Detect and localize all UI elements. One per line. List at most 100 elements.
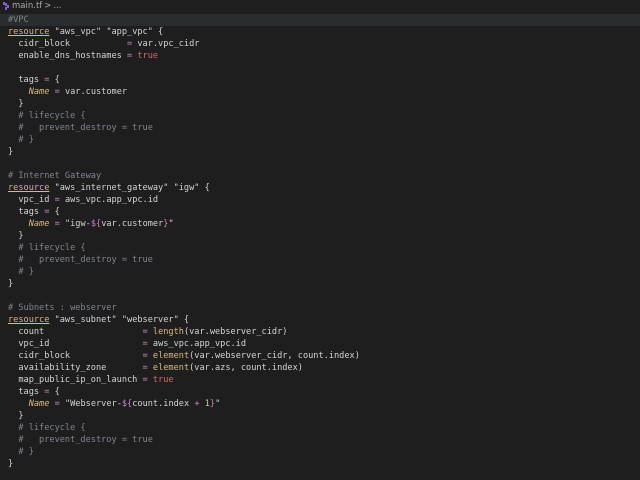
code-line[interactable]: # prevent_destroy = true [8,122,640,134]
code-token-cmt: # } [8,447,34,457]
code-token-cmt: # Subnets : webserver [8,303,117,313]
breadcrumb: main.tf > ... [0,0,640,13]
code-line[interactable]: resource "aws_internet_gateway" "igw" { [8,182,640,194]
code-token-interp: ${ [121,399,133,409]
code-token-plain: "Webserver- [59,399,122,409]
code-line[interactable]: # prevent_destroy = true [8,254,640,266]
breadcrumb-trail[interactable]: ... [53,0,61,13]
code-token-interp: ${ [90,219,102,229]
breadcrumb-separator: > [44,1,52,11]
code-line[interactable]: ​ [8,62,640,74]
code-line[interactable]: } [8,230,640,242]
code-line[interactable]: Name = var.customer [8,86,640,98]
code-token-plain: (var.azs, count.index) [189,363,303,373]
code-line[interactable]: } [8,146,640,158]
terraform-icon [3,2,9,11]
code-line[interactable]: count = length(var.webserver_cidr) [8,326,640,338]
code-token-plain: count [8,327,143,337]
code-line[interactable]: # } [8,134,640,146]
code-token-plain: (var.webserver_cidr, count.index) [189,351,360,361]
code-line[interactable]: # } [8,266,640,278]
code-token-kw: resource [8,183,50,193]
code-token-plain: count.index [132,399,195,409]
code-line[interactable]: tags = { [8,74,640,86]
code-token-bool: true [152,375,174,385]
code-content[interactable]: #VPC resource "aws_vpc" "app_vpc" { cidr_… [0,14,640,470]
code-token-plain: aws_vpc.app_vpc.id [59,195,159,205]
code-token-plain: map_public_ip_on_launch [8,375,143,385]
code-token-plain: "aws_subnet" "webserver" { [49,315,190,325]
code-token-cmt: #VPC [8,15,29,25]
code-token-plain: "igw- [59,219,91,229]
code-line[interactable]: # lifecycle { [8,422,640,434]
code-line[interactable]: } [8,278,640,290]
code-line[interactable]: Name = "igw-${var.customer}" [8,218,640,230]
code-line[interactable]: tags = { [8,386,640,398]
code-line[interactable]: resource "aws_vpc" "app_vpc" { [8,26,640,38]
code-token-cmt: # prevent_destroy = true [8,435,153,445]
code-token-plain: (var.webserver_cidr) [183,327,288,337]
code-line[interactable]: # Subnets : webserver [8,302,640,314]
code-line[interactable]: # } [8,446,640,458]
code-token-fn: element [152,351,190,361]
code-token-bool: true [137,51,159,61]
code-line[interactable]: } [8,410,640,422]
code-token-italic-attr: Name [28,87,50,97]
code-line[interactable]: availability_zone = element(var.azs, cou… [8,362,640,374]
code-token-plain: " [168,219,174,229]
code-token-fn: length [152,327,184,337]
code-editor[interactable]: main.tf > ... #VPC resource "aws_vpc" "ap… [0,0,640,480]
code-token-plain: "aws_internet_gateway" "igw" { [49,183,210,193]
code-line[interactable]: } [8,98,640,110]
code-token-plain: vpc_id [8,339,143,349]
code-line[interactable]: map_public_ip_on_launch = true [8,374,640,386]
code-token-plain: availability_zone [8,363,143,373]
code-token-cmt: # prevent_destroy = true [8,255,153,265]
code-token-plain: tags [8,387,45,397]
code-token-plain: "aws_vpc" "app_vpc" { [49,27,164,37]
code-line[interactable]: tags = { [8,206,640,218]
code-token-italic-attr: Name [28,219,50,229]
code-line[interactable]: # lifecycle { [8,242,640,254]
code-line[interactable]: } [8,458,640,470]
code-token-plain: cidr_block [8,351,143,361]
code-line[interactable]: #VPC [0,14,640,26]
code-line[interactable]: ​ [8,290,640,302]
code-line[interactable]: resource "aws_subnet" "webserver" { [8,314,640,326]
code-token-plain: cidr_block [8,39,127,49]
code-line[interactable]: # prevent_destroy = true [8,434,640,446]
code-token-plain: } [8,231,24,241]
code-line[interactable]: Name = "Webserver-${count.index + 1}" [8,398,640,410]
code-line[interactable]: # lifecycle { [8,110,640,122]
breadcrumb-file[interactable]: main.tf [12,0,42,13]
code-token-plain: } [8,99,24,109]
code-token-kw: resource [8,315,50,325]
code-token-cmt: # prevent_destroy = true [8,123,153,133]
code-token-cmt: # } [8,135,34,145]
code-line[interactable]: cidr_block = var.vpc_cidr [8,38,640,50]
code-token-cmt: # lifecycle { [8,111,86,121]
code-token-cmt: # lifecycle { [8,243,86,253]
code-token-plain: { [49,207,60,217]
code-line[interactable]: # Internet Gateway [8,170,640,182]
code-line[interactable]: cidr_block = element(var.webserver_cidr,… [8,350,640,362]
code-line[interactable]: vpc_id = aws_vpc.app_vpc.id [8,194,640,206]
code-token-plain: aws_vpc.app_vpc.id [147,339,247,349]
code-line[interactable]: enable_dns_hostnames = true [8,50,640,62]
code-token-plain: var.customer [59,87,128,97]
code-line[interactable]: ​ [8,158,640,170]
code-token-plain: } [8,279,14,289]
code-token-italic-attr: Name [28,399,50,409]
code-token-plain: tags [8,207,45,217]
code-token-plain: " [215,399,221,409]
code-line[interactable]: vpc_id = aws_vpc.app_vpc.id [8,338,640,350]
code-token-plain: } [8,147,14,157]
code-token-fn: element [152,363,190,373]
code-token-cmt: # lifecycle { [8,423,86,433]
code-token-plain: var.vpc_cidr [132,39,200,49]
code-token-kw: resource [8,27,50,37]
code-token-plain: { [49,75,60,85]
